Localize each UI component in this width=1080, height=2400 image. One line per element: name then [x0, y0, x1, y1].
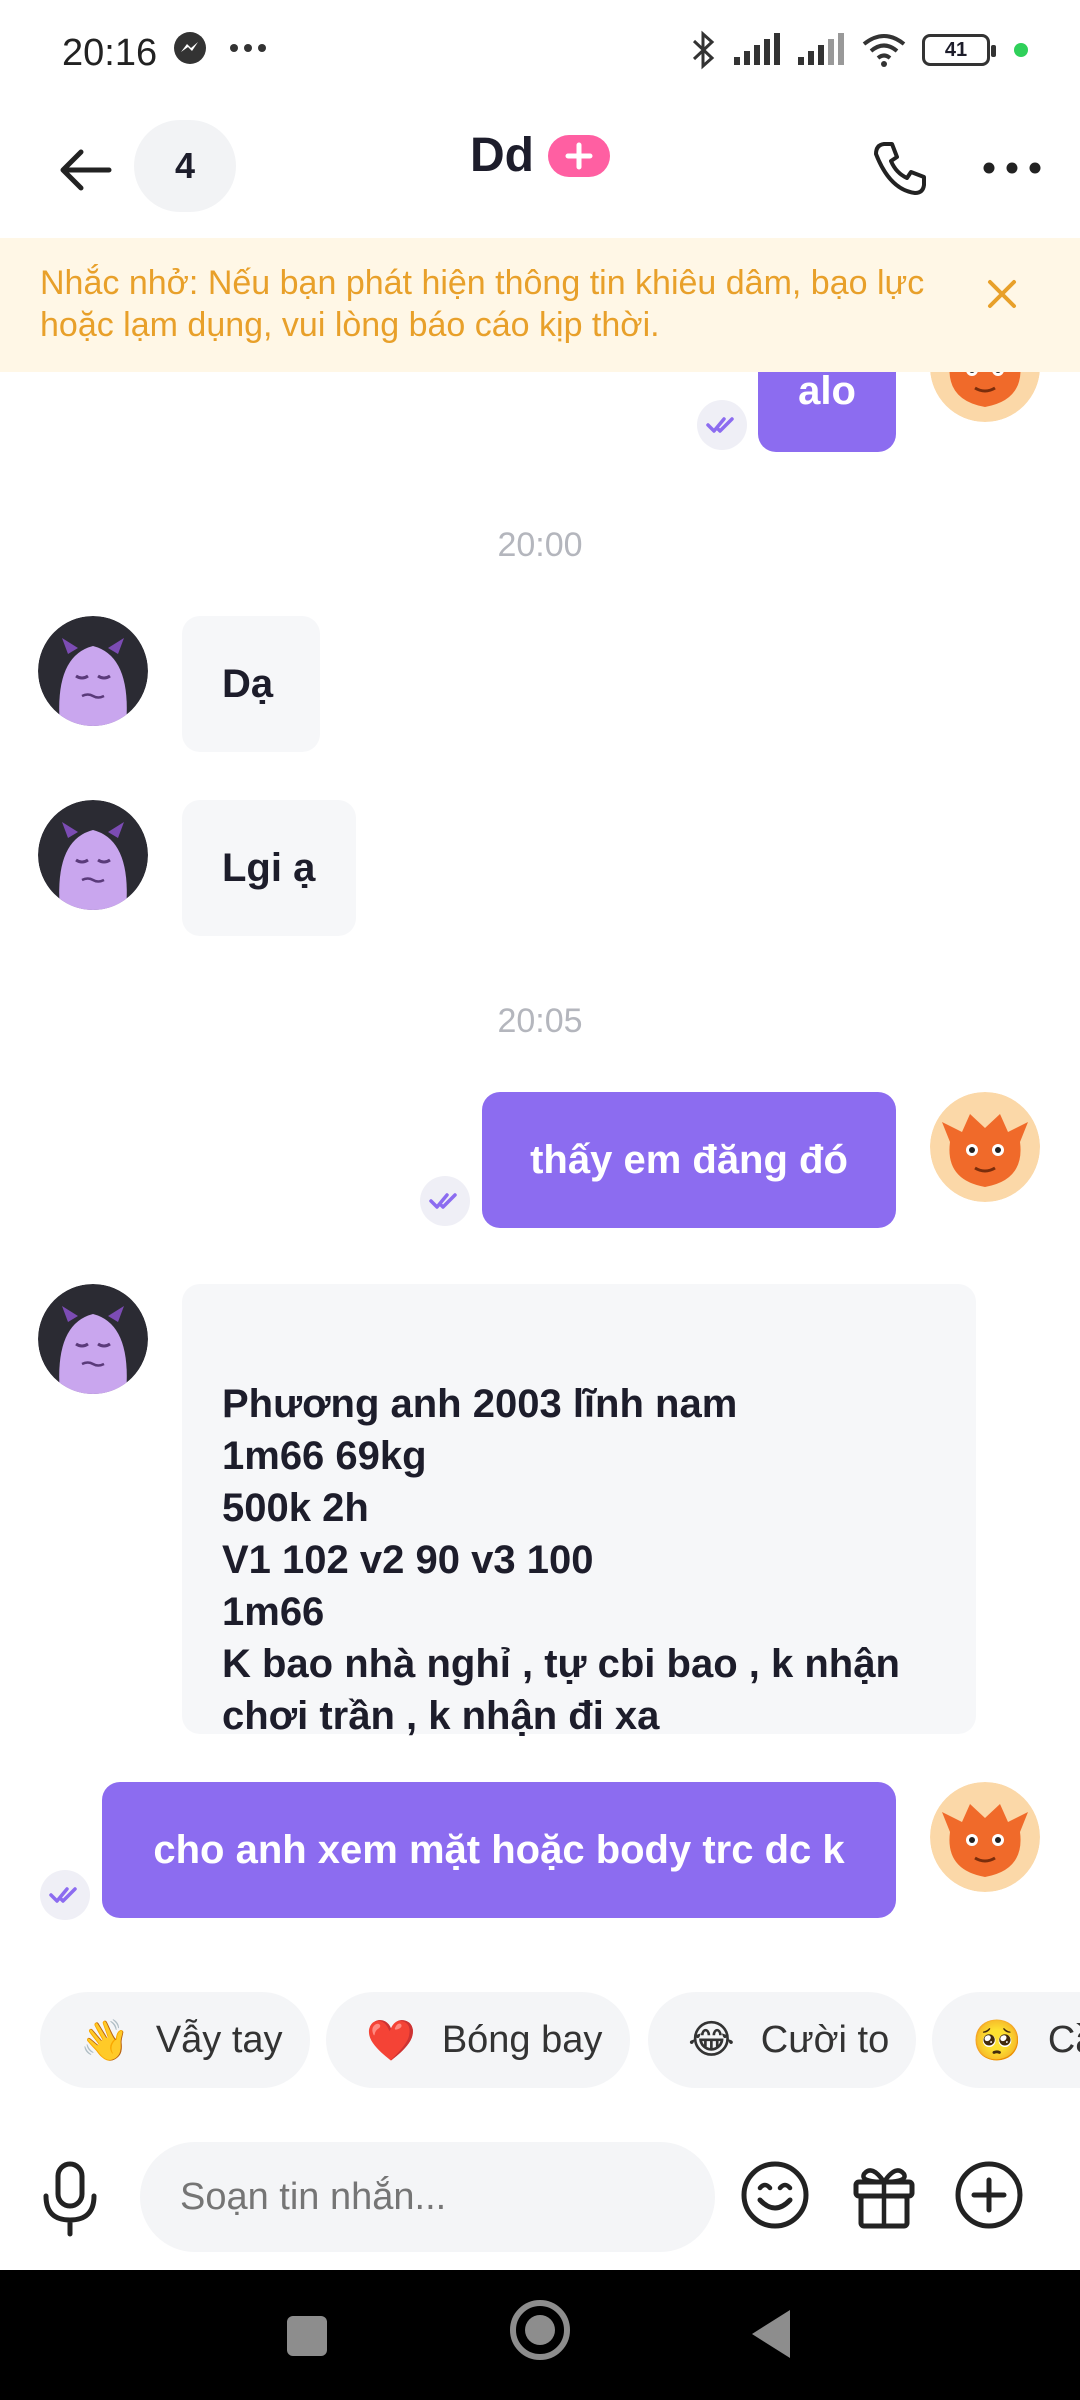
laugh-icon: 😂 — [688, 2018, 735, 2062]
contact-avatar[interactable] — [38, 616, 148, 726]
my-avatar[interactable] — [930, 1782, 1040, 1892]
more-horizontal-icon — [983, 162, 1041, 174]
quick-reaction-label: Vẫy tay — [155, 2018, 283, 2061]
message-text: Dạ — [222, 661, 274, 706]
emoji-button[interactable] — [740, 2160, 810, 2235]
contact-avatar[interactable] — [38, 1284, 148, 1394]
heart-icon: ❤️ — [366, 2018, 416, 2063]
message-text: alo — [798, 372, 856, 413]
voice-message-button[interactable] — [38, 2158, 102, 2238]
plus-circle-icon — [955, 2161, 1023, 2229]
recent-apps-button[interactable] — [287, 2316, 327, 2356]
gift-icon — [853, 2168, 915, 2229]
quick-reaction-plead[interactable]: 🥺 Cầ — [932, 1992, 1080, 2088]
purple-monster-avatar-icon — [38, 1284, 148, 1394]
status-bar: 20:16 41 — [0, 0, 1080, 110]
contact-avatar[interactable] — [38, 800, 148, 910]
microphone-icon — [43, 2161, 97, 2237]
quick-reaction-label: Cười to — [760, 2018, 890, 2061]
status-notification-icons — [172, 30, 268, 66]
system-navigation-bar — [0, 2270, 1080, 2400]
wave-icon: 👋 — [80, 2018, 130, 2063]
chat-title[interactable]: Dd — [470, 128, 534, 183]
timestamp: 20:05 — [497, 1002, 583, 1040]
message-text: cho anh xem mặt hoặc body trc dc k — [153, 1827, 845, 1872]
more-options-button[interactable] — [976, 128, 1048, 208]
message-bubble-outgoing[interactable]: alo — [758, 372, 896, 452]
message-text: Lgi ạ — [222, 845, 316, 890]
quick-reaction-label: Bóng bay — [441, 2018, 603, 2061]
message-list[interactable]: alo 20:00 Dạ Lgi ạ 20:05 thấy em đăng đó… — [0, 372, 1080, 1972]
quick-reaction-wave[interactable]: 👋 Vẫy tay — [40, 1992, 310, 2088]
quick-reaction-balloon[interactable]: ❤️ Bóng bay — [326, 1992, 630, 2088]
orange-monster-avatar-icon — [930, 1092, 1040, 1202]
timestamp: 20:00 — [497, 526, 583, 564]
read-receipt-icon — [420, 1176, 470, 1226]
orange-monster-avatar-icon — [930, 1782, 1040, 1892]
status-system-icons: 41 — [688, 30, 1028, 70]
privacy-dot — [1014, 43, 1028, 57]
system-back-button[interactable] — [752, 2310, 790, 2358]
banner-close-button[interactable] — [984, 276, 1020, 317]
banner-text: Nhắc nhở: Nếu bạn phát hiện thông tin kh… — [40, 264, 925, 344]
orange-monster-avatar-icon — [930, 372, 1040, 422]
message-bubble-outgoing[interactable]: thấy em đăng đó — [482, 1092, 896, 1228]
signal-icon-2 — [798, 33, 844, 65]
safety-reminder-banner: Nhắc nhở: Nếu bạn phát hiện thông tin kh… — [0, 238, 1080, 372]
smiley-icon — [741, 2161, 809, 2229]
quick-reaction-label: Cầ — [1047, 2018, 1080, 2061]
purple-monster-avatar-icon — [38, 616, 148, 726]
home-button[interactable] — [510, 2300, 570, 2360]
quick-reaction-laugh[interactable]: 😂 Cười to — [648, 1992, 916, 2088]
quick-reaction-bar: 👋 Vẫy tay ❤️ Bóng bay 😂 Cười to 🥺 Cầ — [0, 1992, 1080, 2088]
close-icon — [988, 280, 1016, 308]
status-time: 20:16 — [62, 32, 158, 74]
message-bubble-incoming[interactable]: Lgi ạ — [182, 800, 356, 936]
chat-header: 4 Dd — [0, 110, 1080, 236]
messenger-icon — [174, 32, 206, 64]
message-bubble-outgoing[interactable]: cho anh xem mặt hoặc body trc dc k — [102, 1782, 896, 1918]
battery-indicator: 41 — [922, 34, 996, 66]
message-bubble-incoming[interactable]: Phương anh 2003 lĩnh nam 1m66 69kg 500k … — [182, 1284, 976, 1738]
my-avatar[interactable] — [930, 372, 1040, 422]
read-receipt-icon — [40, 1870, 90, 1920]
bluetooth-icon — [692, 30, 715, 70]
purple-monster-avatar-icon — [38, 800, 148, 910]
add-attachment-button[interactable] — [954, 2160, 1024, 2235]
message-text: Phương anh 2003 lĩnh nam 1m66 69kg 500k … — [222, 1382, 900, 1738]
more-notifications-icon — [230, 44, 266, 52]
add-friend-button[interactable] — [547, 134, 610, 177]
read-receipt-icon — [697, 400, 747, 450]
signal-icon — [734, 33, 780, 65]
phone-icon — [874, 142, 926, 195]
pleading-face-icon: 🥺 — [972, 2018, 1022, 2063]
my-avatar[interactable] — [930, 1092, 1040, 1202]
plus-icon — [565, 142, 593, 169]
call-button[interactable] — [864, 128, 936, 208]
gift-button[interactable] — [850, 2160, 918, 2235]
message-composer — [0, 2120, 1080, 2270]
message-bubble-incoming[interactable]: Dạ — [182, 616, 320, 752]
message-input[interactable] — [140, 2142, 715, 2252]
message-text: thấy em đăng đó — [530, 1137, 848, 1182]
wifi-icon — [862, 34, 906, 67]
